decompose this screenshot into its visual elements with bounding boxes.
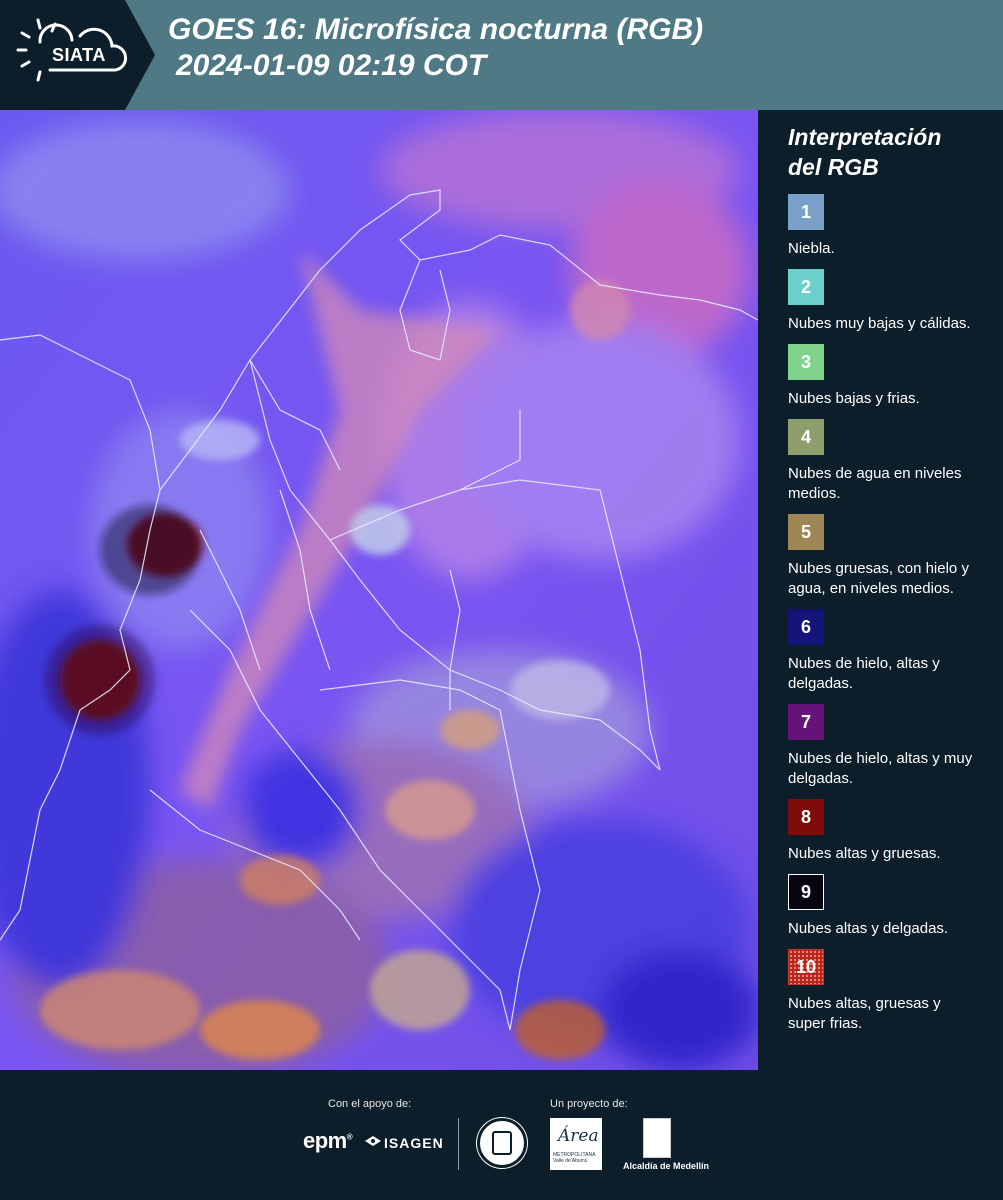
university-seal-icon: [477, 1118, 527, 1168]
legend-label: Nubes muy bajas y cálidas.: [788, 315, 971, 332]
support-label: Con el apoyo de:: [328, 1098, 412, 1110]
legend-swatch: 7: [788, 704, 824, 740]
legend-item: 7 Nubes de hielo, altas y muy delgadas.: [788, 704, 1003, 789]
area-metropolitana-logo: Área METROPOLITANA Valle de Aburrá: [550, 1118, 602, 1170]
alcaldia-shield-icon: [643, 1118, 671, 1158]
legend-item: 9 Nubes altas y delgadas.: [788, 874, 1003, 939]
page-title: GOES 16: Microfísica nocturna (RGB) 2024…: [168, 12, 703, 84]
legend-label: Nubes de agua en niveles medios.: [788, 465, 962, 502]
legend-item: 1 Niebla.: [788, 194, 1003, 259]
legend-swatch: 10: [788, 949, 824, 985]
isagen-text: ISAGEN: [384, 1135, 444, 1151]
legend-item: 2 Nubes muy bajas y cálidas.: [788, 269, 1003, 334]
legend-items: 1 Niebla. 2 Nubes muy bajas y cálidas. 3 Nube…: [788, 194, 1003, 1034]
logo-text: SIATA: [52, 45, 106, 65]
rgb-legend: Interpretación del RGB 1 Niebla. 2 Nubes mu…: [758, 110, 1003, 1070]
legend-label: Nubes altas, gruesas y super frias.: [788, 995, 941, 1032]
legend-label: Nubes gruesas, con hielo y agua, en nive…: [788, 560, 969, 597]
legend-title-line-2: del RGB: [788, 154, 879, 180]
legend-swatch: 8: [788, 799, 824, 835]
legend-item: 4 Nubes de agua en niveles medios.: [788, 419, 1003, 504]
siata-logo: SIATA: [0, 0, 155, 110]
title-line-2: 2024-01-09 02:19 COT: [176, 49, 487, 82]
legend-swatch: 5: [788, 514, 824, 550]
legend-label: Nubes de hielo, altas y muy delgadas.: [788, 750, 973, 787]
project-label: Un proyecto de:: [550, 1098, 628, 1110]
legend-item: 10 Nubes altas, gruesas y super frias.: [788, 949, 1003, 1034]
legend-swatch: 1: [788, 194, 824, 230]
footer: Con el apoyo de: Un proyecto de: epm® IS…: [0, 1070, 1003, 1200]
legend-item: 6 Nubes de hielo, altas y delgadas.: [788, 609, 1003, 694]
seal-inner: [492, 1131, 512, 1155]
legend-title: Interpretación del RGB: [788, 122, 1003, 182]
legend-item: 3 Nubes bajas y frias.: [788, 344, 1003, 409]
epm-logo: epm®: [303, 1128, 353, 1154]
isagen-icon: [365, 1134, 381, 1151]
epm-text: epm: [303, 1128, 347, 1153]
legend-label: Nubes altas y delgadas.: [788, 920, 949, 937]
legend-swatch: 2: [788, 269, 824, 305]
alcaldia-label: Alcaldía de Medellín: [623, 1161, 710, 1171]
legend-label: Nubes bajas y frias.: [788, 390, 920, 407]
epm-mark: ®: [346, 1132, 353, 1142]
legend-swatch: 4: [788, 419, 824, 455]
area-small-text: METROPOLITANA Valle de Aburrá: [553, 1152, 596, 1164]
title-line-1: GOES 16: Microfísica nocturna (RGB): [168, 13, 704, 46]
area-word: Área: [558, 1126, 599, 1146]
legend-swatch: 6: [788, 609, 824, 645]
header-bar: SIATA GOES 16: Microfísica nocturna (RGB…: [0, 0, 1003, 110]
legend-swatch: 9: [788, 874, 824, 910]
legend-title-line-1: Interpretación: [788, 124, 942, 150]
legend-item: 5 Nubes gruesas, con hielo y agua, en niv…: [788, 514, 1003, 599]
legend-swatch: 3: [788, 344, 824, 380]
legend-item: 8 Nubes altas y gruesas.: [788, 799, 1003, 864]
legend-label: Niebla.: [788, 240, 835, 257]
satellite-map: [0, 110, 758, 1070]
legend-label: Nubes altas y gruesas.: [788, 845, 941, 862]
satellite-image: [0, 110, 758, 1070]
footer-divider: [458, 1118, 459, 1170]
isagen-logo: ISAGEN: [365, 1134, 444, 1151]
legend-label: Nubes de hielo, altas y delgadas.: [788, 655, 940, 692]
